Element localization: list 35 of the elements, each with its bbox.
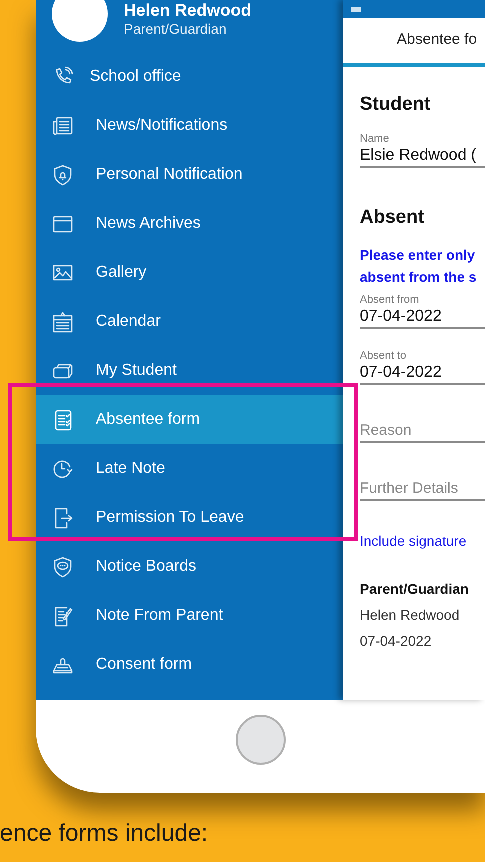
form-tab[interactable]: Absentee fo — [343, 18, 485, 67]
menu-item[interactable]: Late Note — [36, 444, 343, 493]
instruction-text: Please enter only — [360, 246, 476, 265]
profile-role: Parent/Guardian — [124, 21, 228, 37]
menu-item[interactable]: News/Notifications — [36, 101, 343, 150]
menu-item[interactable]: Consent form — [36, 640, 343, 689]
menu-item[interactable]: Gallery — [36, 248, 343, 297]
caption-text: ence forms include: — [0, 819, 210, 849]
avatar — [52, 0, 108, 42]
signer-date: 07-04-2022 — [360, 632, 433, 651]
menu-item[interactable]: Personal Notification — [36, 150, 343, 199]
input-field[interactable]: Further Details — [360, 479, 485, 501]
input-field[interactable]: Name Elsie Redwood ( — [360, 133, 485, 168]
input-field[interactable]: Reason — [360, 421, 485, 443]
calendar-icon — [52, 310, 74, 332]
shield-chat-icon — [52, 556, 74, 578]
menu-item[interactable]: Absentee form — [36, 395, 343, 444]
menu-item[interactable]: Note From Parent — [36, 591, 343, 640]
section-heading: Student — [360, 93, 432, 117]
input-field[interactable]: Absent from 07-04-2022 — [360, 294, 485, 329]
profile-name: Helen Redwood — [124, 1, 252, 21]
menu-item[interactable]: Permission To Leave — [36, 493, 343, 542]
menu-item[interactable]: My Student — [36, 346, 343, 395]
newspaper-icon — [52, 114, 74, 136]
menu-item[interactable]: Notice Boards — [36, 542, 343, 591]
shield-bell-icon — [52, 164, 74, 186]
menu-item[interactable]: Calendar — [36, 297, 343, 346]
instruction-text: absent from the s — [360, 268, 478, 287]
signer-heading: Parent/Guardian — [360, 580, 470, 599]
section-heading: Absent — [360, 206, 426, 230]
signature-link[interactable]: Include signature — [360, 531, 485, 551]
menu-item[interactable]: News Archives — [36, 199, 343, 248]
signer-name: Helen Redwood — [360, 606, 461, 625]
menu-item[interactable]: School office — [36, 52, 343, 101]
input-field[interactable]: Absent to 07-04-2022 — [360, 350, 485, 385]
